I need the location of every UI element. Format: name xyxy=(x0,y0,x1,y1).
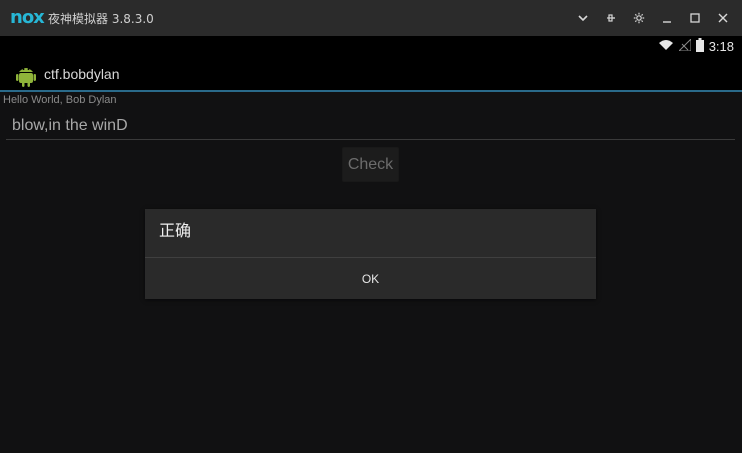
dialog-title: 正确 xyxy=(159,221,192,240)
ok-button[interactable]: OK xyxy=(145,258,596,299)
pin-icon[interactable] xyxy=(602,9,620,27)
check-button[interactable]: Check xyxy=(342,147,399,182)
maximize-icon[interactable] xyxy=(686,9,704,27)
minimize-icon[interactable] xyxy=(658,9,676,27)
chevron-down-icon[interactable] xyxy=(574,9,592,27)
window-controls xyxy=(574,9,732,27)
nox-logo: nox xyxy=(10,7,45,28)
signal-icon xyxy=(677,37,692,54)
answer-input-container xyxy=(6,114,735,140)
status-time: 3:18 xyxy=(708,39,734,54)
close-icon[interactable] xyxy=(714,9,732,27)
status-icons: 3:18 xyxy=(658,37,734,55)
android-screen: 3:18 ctf.bobdylan Hello World, Bob Dylan xyxy=(0,36,742,453)
gear-icon[interactable] xyxy=(630,9,648,27)
window-title: 夜神模拟器 3.8.3.0 xyxy=(48,12,154,26)
battery-icon xyxy=(695,38,704,55)
status-bar: 3:18 xyxy=(0,36,742,58)
android-app-icon xyxy=(14,62,38,88)
result-dialog: 正确 OK xyxy=(145,209,596,299)
title-bar: nox 夜神模拟器 3.8.3.0 xyxy=(0,0,742,36)
emulator-window: nox 夜神模拟器 3.8.3.0 3:18 ctf.bobdylan Hell… xyxy=(0,0,742,453)
answer-input[interactable] xyxy=(12,116,712,136)
wifi-icon xyxy=(658,38,674,55)
hello-text: Hello World, Bob Dylan xyxy=(3,94,117,106)
action-bar: ctf.bobdylan xyxy=(0,58,742,92)
app-title: ctf.bobdylan xyxy=(44,66,120,82)
